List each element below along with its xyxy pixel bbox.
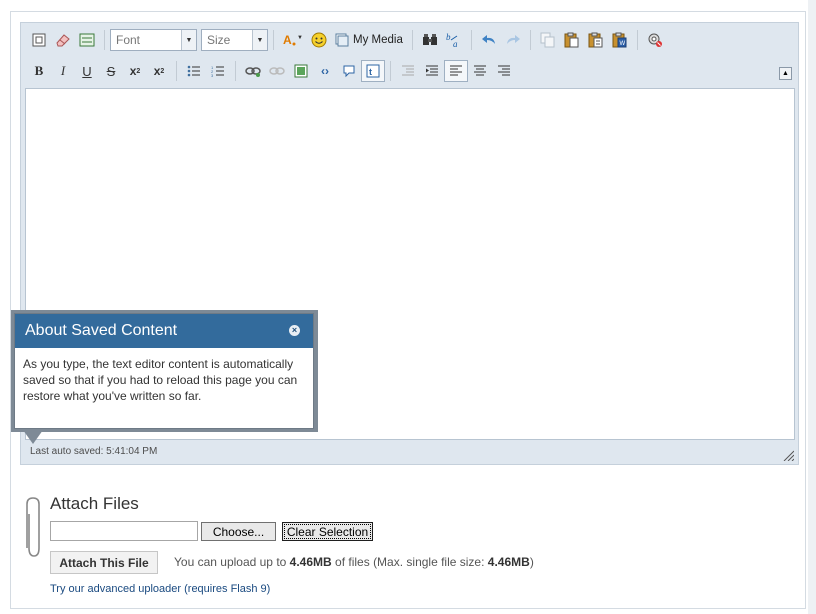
my-media-label: My Media (353, 34, 403, 46)
underline-icon[interactable]: U (75, 60, 99, 82)
unlink-icon[interactable] (265, 60, 289, 82)
toolbar-separator (470, 30, 472, 50)
font-select[interactable]: Font ▼ (110, 29, 197, 51)
upload-info-max: 4.46MB (487, 555, 530, 569)
toolbar-separator (411, 30, 413, 50)
smiley-icon[interactable] (307, 29, 331, 51)
attach-files-section: Attach Files Choose... Clear Selection A… (22, 490, 782, 605)
upload-info-middle: of files (Max. single file size: (335, 555, 485, 569)
chevron-down-icon: ▼ (181, 30, 196, 50)
my-media-button[interactable]: My Media (331, 33, 407, 47)
paste-icon[interactable] (560, 29, 584, 51)
align-center-icon[interactable] (468, 60, 492, 82)
attach-files-title: Attach Files (50, 494, 139, 513)
toolbar-separator (636, 30, 638, 50)
undo-icon[interactable] (477, 29, 501, 51)
eraser-icon[interactable] (51, 29, 75, 51)
superscript-icon[interactable]: x2 (147, 60, 171, 82)
numbered-list-icon[interactable]: 123 (206, 60, 230, 82)
italic-icon[interactable]: I (51, 60, 75, 82)
chevron-down-icon: ▼ (252, 30, 267, 50)
strikethrough-icon[interactable]: S (99, 60, 123, 82)
source-icon[interactable] (27, 29, 51, 51)
svg-text:t: t (369, 67, 372, 77)
svg-text:▼: ▼ (297, 35, 303, 41)
upload-info-suffix: ) (529, 555, 534, 569)
text-color-icon[interactable]: A ▼ (279, 29, 307, 51)
settings-icon[interactable] (643, 29, 667, 51)
toolbar-separator (390, 61, 391, 81)
svg-text:W: W (619, 41, 625, 47)
paste-text-icon[interactable] (584, 29, 608, 51)
toolbar-separator (104, 30, 105, 50)
svg-text:3: 3 (211, 73, 214, 77)
align-right-icon[interactable] (492, 60, 516, 82)
align-left-icon[interactable] (444, 60, 468, 82)
quote-icon[interactable] (337, 60, 361, 82)
clear-selection-button[interactable]: Clear Selection (282, 522, 373, 541)
preview-icon[interactable]: t (361, 60, 385, 82)
paperclip-icon (26, 497, 40, 557)
toolbar-row-1: Font ▼ Size ▼ A ▼ My Media ba W (27, 28, 667, 52)
toolbar-separator (235, 61, 236, 81)
subscript-icon[interactable]: x2 (123, 60, 147, 82)
bold-icon[interactable]: B (27, 60, 51, 82)
svg-text:a: a (453, 39, 458, 48)
attach-this-file-button[interactable]: Attach This File (50, 551, 158, 574)
copy-icon[interactable] (536, 29, 560, 51)
advanced-uploader-link[interactable]: Try our advanced uploader (requires Flas… (50, 583, 270, 595)
indent-icon[interactable] (420, 60, 444, 82)
collapse-toolbar-icon[interactable]: ▲ (779, 67, 792, 80)
template-icon[interactable] (75, 29, 99, 51)
toolbar-separator (529, 30, 531, 50)
link-icon[interactable] (241, 60, 265, 82)
svg-text:A: A (283, 33, 292, 47)
media-icon (335, 33, 349, 47)
upload-limit-info: You can upload up to 4.46MB of files (Ma… (174, 555, 534, 569)
choose-file-button[interactable]: Choose... (201, 522, 276, 541)
right-scroll-strip (808, 0, 816, 614)
toolbar-separator (176, 61, 177, 81)
image-icon[interactable] (289, 60, 313, 82)
popup-title: About Saved Content (25, 322, 178, 339)
code-icon[interactable]: ‹› (313, 60, 337, 82)
outdent-icon[interactable] (396, 60, 420, 82)
file-path-input[interactable] (50, 521, 198, 541)
bullet-list-icon[interactable] (182, 60, 206, 82)
upload-info-size: 4.46MB (289, 555, 332, 569)
spellcheck-icon[interactable]: ba (442, 29, 466, 51)
upload-info-prefix: You can upload up to (174, 555, 287, 569)
size-select[interactable]: Size ▼ (201, 29, 268, 51)
paste-word-icon[interactable]: W (608, 29, 632, 51)
find-icon[interactable] (418, 29, 442, 51)
autosave-status: Last auto saved: 5:41:04 PM (30, 446, 158, 457)
popup-header: About Saved Content × (15, 314, 313, 348)
size-select-label: Size (207, 33, 231, 47)
redo-icon[interactable] (501, 29, 525, 51)
popup-pointer (23, 430, 43, 444)
toolbar-row-2: B I U S x2 x2 123 ‹› t (27, 59, 516, 83)
close-icon[interactable]: × (289, 325, 300, 336)
about-saved-content-popup: About Saved Content × As you type, the t… (14, 313, 314, 429)
popup-body: As you type, the text editor content is … (23, 357, 298, 403)
svg-text:b: b (446, 32, 451, 42)
font-select-label: Font (116, 33, 141, 47)
toolbar-separator (273, 30, 274, 50)
resize-grip-icon[interactable] (782, 449, 794, 461)
